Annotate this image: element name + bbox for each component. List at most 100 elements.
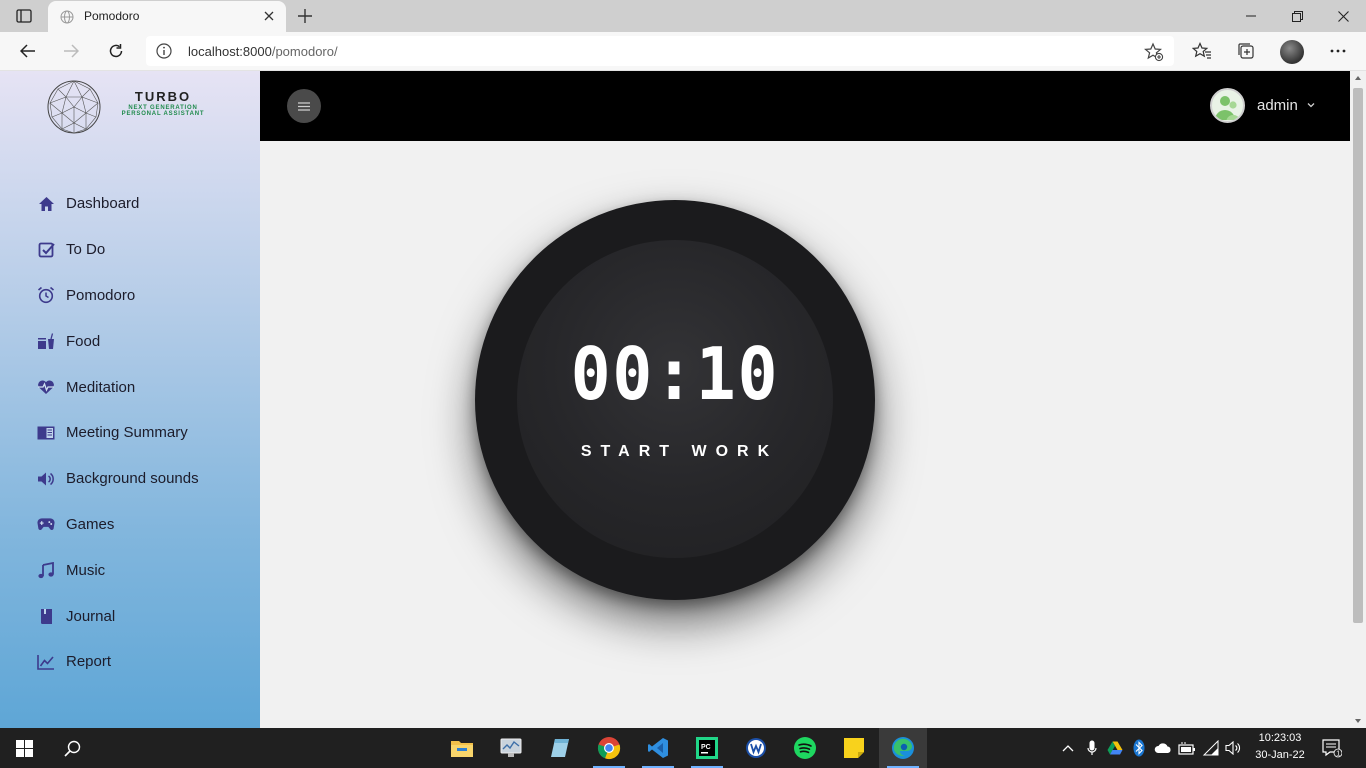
sidebar-item-journal[interactable]: Journal xyxy=(0,593,260,639)
windows-taskbar: PC 10:23:03 30-Jan-22 1 xyxy=(0,728,1366,768)
scroll-down-arrow-icon[interactable] xyxy=(1353,716,1363,726)
url-text: localhost:8000/pomodoro/ xyxy=(188,44,338,59)
wifi-icon[interactable] xyxy=(1201,738,1221,758)
sidebar-item-food[interactable]: Food xyxy=(0,318,260,364)
gamepad-icon xyxy=(37,515,55,533)
back-button[interactable] xyxy=(13,37,43,65)
new-tab-button[interactable] xyxy=(294,6,316,26)
sidebar-item-label: To Do xyxy=(66,241,106,259)
hamburger-icon xyxy=(298,101,310,111)
brand-subtitle: NEXT GENERATION PERSONAL ASSISTANT xyxy=(121,105,205,117)
main-content: 00:10 START WORK xyxy=(260,141,1350,728)
alarm-clock-icon xyxy=(37,286,55,304)
sidebar-item-report[interactable]: Report xyxy=(0,639,260,685)
tab-actions-icon[interactable] xyxy=(10,6,38,26)
collections-icon[interactable] xyxy=(1231,37,1261,65)
sidebar-item-label: Food xyxy=(66,332,101,350)
music-note-icon xyxy=(37,561,55,579)
refresh-button[interactable] xyxy=(101,37,131,65)
notes-app-icon[interactable] xyxy=(536,728,584,768)
sidebar-item-label: Games xyxy=(66,515,115,533)
start-work-button[interactable]: START WORK xyxy=(517,443,833,461)
sidebar-item-todo[interactable]: To Do xyxy=(0,227,260,273)
google-drive-icon[interactable] xyxy=(1105,738,1125,758)
sidebar-item-meeting-summary[interactable]: Meeting Summary xyxy=(0,410,260,456)
favorites-icon[interactable] xyxy=(1187,37,1217,65)
sidebar-item-label: Meeting Summary xyxy=(66,424,188,442)
chevron-down-icon[interactable] xyxy=(1306,100,1316,110)
taskbar-clock-date[interactable]: 30-Jan-22 xyxy=(1252,749,1308,761)
spotify-icon[interactable] xyxy=(781,728,829,768)
timer-face: 00:10 START WORK xyxy=(517,240,833,558)
book-open-icon xyxy=(37,424,55,442)
search-icon xyxy=(63,740,80,757)
browser-tabstrip: Pomodoro xyxy=(0,0,1366,32)
word-app-icon[interactable] xyxy=(732,728,780,768)
pomodoro-timer[interactable]: 00:10 START WORK xyxy=(475,200,875,600)
minimize-button[interactable] xyxy=(1228,0,1274,32)
restore-button[interactable] xyxy=(1274,0,1320,32)
microphone-icon[interactable] xyxy=(1082,738,1102,758)
sticky-notes-icon[interactable] xyxy=(830,728,878,768)
timer-countdown: 00:10 xyxy=(570,332,780,416)
page-scrollbar[interactable] xyxy=(1350,71,1366,728)
browser-navbar: localhost:8000/pomodoro/ xyxy=(0,32,1366,71)
taskbar-clock-time[interactable]: 10:23:03 xyxy=(1252,732,1308,744)
address-bar[interactable]: localhost:8000/pomodoro/ xyxy=(146,36,1174,66)
sidebar-item-label: Meditation xyxy=(66,378,136,396)
sidebar-item-label: Dashboard xyxy=(66,195,140,213)
start-button[interactable] xyxy=(0,728,48,768)
add-favorite-icon[interactable] xyxy=(1144,42,1164,62)
food-icon xyxy=(37,332,55,350)
chevron-up-icon[interactable] xyxy=(1058,738,1078,758)
globe-icon xyxy=(60,10,74,24)
file-explorer-icon[interactable] xyxy=(438,728,486,768)
sidebar-item-label: Pomodoro xyxy=(66,286,136,304)
battery-icon[interactable] xyxy=(1177,738,1197,758)
sidebar-item-label: Background sounds xyxy=(66,470,199,488)
sidebar-item-background-sounds[interactable]: Background sounds xyxy=(0,456,260,502)
close-window-button[interactable] xyxy=(1320,0,1366,32)
edge-icon[interactable] xyxy=(879,728,927,768)
home-icon xyxy=(37,195,55,213)
user-avatar[interactable] xyxy=(1210,88,1245,123)
sidebar-item-dashboard[interactable]: Dashboard xyxy=(0,181,260,227)
info-icon[interactable] xyxy=(156,43,172,59)
vscode-icon[interactable] xyxy=(634,728,682,768)
pycharm-icon[interactable]: PC xyxy=(683,728,731,768)
heartbeat-icon xyxy=(37,378,55,396)
chart-line-icon xyxy=(37,653,55,671)
sidebar-menu: Dashboard To Do Pomodoro Food Meditation… xyxy=(0,181,260,685)
scroll-up-arrow-icon[interactable] xyxy=(1353,73,1363,83)
sidebar-item-games[interactable]: Games xyxy=(0,502,260,548)
bluetooth-icon[interactable] xyxy=(1129,738,1149,758)
geodesic-sphere-logo xyxy=(47,80,101,134)
brand-title: TURBO xyxy=(134,89,192,104)
user-avatar-icon xyxy=(1215,96,1240,120)
system-monitor-icon[interactable] xyxy=(487,728,535,768)
forward-button[interactable] xyxy=(56,37,86,65)
scroll-thumb[interactable] xyxy=(1353,88,1363,623)
chrome-icon[interactable] xyxy=(585,728,633,768)
app-header: admin xyxy=(260,71,1350,141)
onedrive-cloud-icon[interactable] xyxy=(1153,738,1173,758)
notification-count: 1 xyxy=(1336,751,1340,758)
sidebar-item-label: Report xyxy=(66,653,112,671)
sidebar-item-music[interactable]: Music xyxy=(0,547,260,593)
journal-icon xyxy=(37,607,55,625)
close-tab-icon[interactable] xyxy=(260,7,278,25)
notifications-icon[interactable]: 1 xyxy=(1322,738,1342,758)
menu-toggle-button[interactable] xyxy=(287,89,321,123)
search-button[interactable] xyxy=(48,728,96,768)
sidebar: TURBO NEXT GENERATION PERSONAL ASSISTANT… xyxy=(0,71,260,728)
browser-tab-pomodoro[interactable]: Pomodoro xyxy=(48,1,286,32)
checkbox-icon xyxy=(37,241,55,259)
user-name[interactable]: admin xyxy=(1257,97,1298,114)
sidebar-item-label: Music xyxy=(66,561,106,579)
volume-icon xyxy=(37,470,55,488)
sidebar-item-pomodoro[interactable]: Pomodoro xyxy=(0,273,260,319)
sidebar-item-meditation[interactable]: Meditation xyxy=(0,364,260,410)
profile-avatar[interactable] xyxy=(1280,40,1304,64)
speaker-icon[interactable] xyxy=(1224,738,1244,758)
more-options-icon[interactable] xyxy=(1323,37,1353,65)
